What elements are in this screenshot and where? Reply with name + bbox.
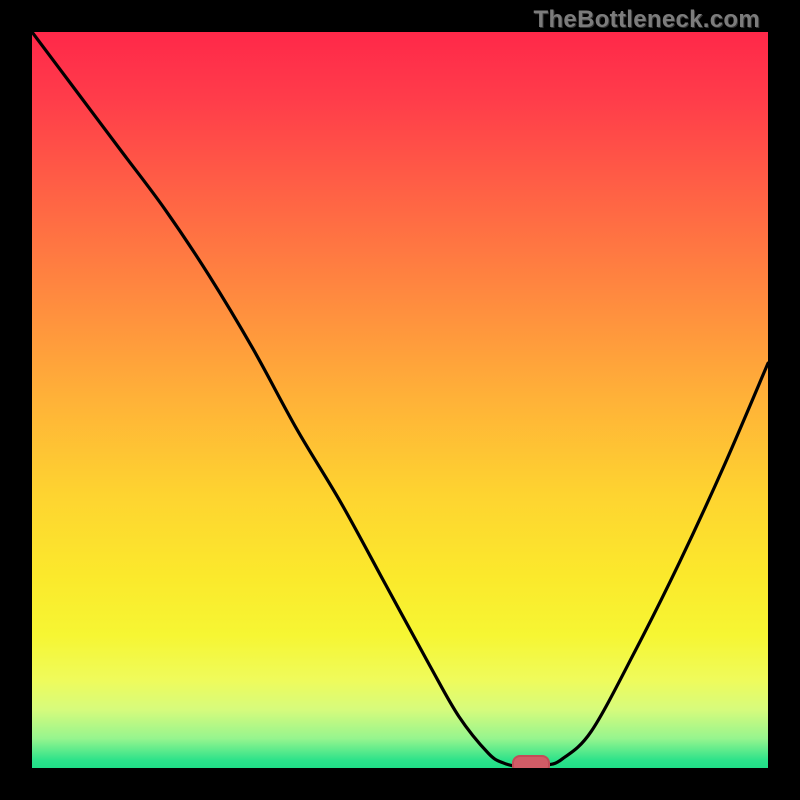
plot-area [32, 32, 768, 768]
frame-border [768, 0, 800, 800]
frame-border [0, 0, 32, 800]
chart-frame: TheBottleneck.com [0, 0, 800, 800]
frame-border [0, 768, 800, 800]
watermark-text: TheBottleneck.com [534, 6, 760, 34]
bottleneck-curve [32, 32, 768, 768]
